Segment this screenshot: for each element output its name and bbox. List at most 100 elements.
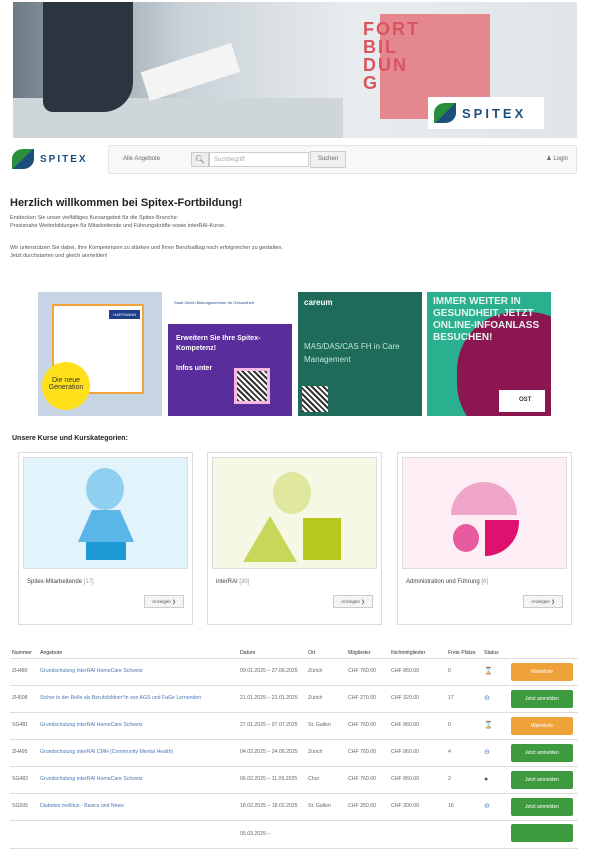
banner-text: FORT BIL DUN G	[363, 19, 420, 93]
member-price: CHF 760.00	[346, 739, 389, 767]
status-icon: ⊖	[482, 739, 509, 767]
category-card[interactable]: interRAI [30] Anzeigen ❯	[207, 452, 382, 625]
nonmember-price: CHF 860.00	[389, 658, 446, 686]
table-row: ZH480 Grundschulung interRAI HomeCare Sch…	[10, 658, 578, 686]
course-number: SG505	[10, 793, 38, 821]
course-location: Zürich	[306, 739, 346, 767]
waitlist-button[interactable]: Warteliste	[511, 716, 573, 735]
column-header: Mitglieder	[346, 636, 389, 659]
course-date: 06.02.2025 – 11.09.2025	[238, 766, 306, 794]
member-price: CHF 760.00	[346, 766, 389, 794]
search-button[interactable]: Suchen	[310, 151, 346, 168]
member-price: CHF 760.00	[346, 658, 389, 686]
waitlist-button[interactable]: Warteliste	[511, 662, 573, 681]
ad-hartmann[interactable]: HARTMANN Die neue Generation	[38, 292, 162, 416]
course-link[interactable]: Sicher in der Rolle als Berufsbildner*in…	[40, 695, 201, 701]
column-header	[509, 636, 578, 659]
nonmember-price	[389, 820, 446, 849]
ad-ost[interactable]: IMMER WEITER IN GESUNDHEIT, JETZT ONLINE…	[427, 292, 551, 416]
login-link[interactable]: ♟ Login	[546, 155, 568, 162]
free-places	[446, 820, 482, 849]
course-link[interactable]: Grundschulung interRAI CMH (Community Me…	[40, 749, 173, 755]
register-button[interactable]: Jetzt anmelden	[511, 743, 573, 762]
course-date: 09.01.2025 – 27.06.2025	[238, 658, 306, 686]
free-places: 0	[446, 712, 482, 740]
course-location: St. Gallen	[306, 712, 346, 740]
show-button[interactable]: Anzeigen ❯	[333, 595, 373, 608]
category-card[interactable]: Administration und Führung [6] Anzeigen …	[397, 452, 572, 625]
register-button[interactable]: Jetzt anmelden	[511, 689, 573, 708]
search-icon[interactable]: 🔍︎	[191, 152, 209, 167]
courses-table: Nummer Angebote Datum Ort Mitglieder Nichtmit…	[10, 636, 578, 849]
free-places: 0	[446, 658, 482, 686]
status-icon: ⊖	[482, 793, 509, 821]
intro-text: Entdecken Sie unser vielfältiges Kursang…	[10, 215, 226, 229]
category-card[interactable]: Spitex-Mitarbeitende [17] Anzeigen ❯	[18, 452, 193, 625]
course-location: Chur	[306, 766, 346, 794]
column-header: Ort	[306, 636, 346, 659]
free-places: 4	[446, 739, 482, 767]
qr-code	[302, 386, 328, 412]
nonmember-price: CHF 320.00	[389, 685, 446, 713]
all-offers-link[interactable]: Alle Angebote	[123, 156, 160, 162]
search-input[interactable]: Suchbegriff	[209, 152, 309, 167]
user-icon: ♟	[546, 156, 552, 162]
status-icon: ⊖	[482, 685, 509, 713]
page-title: Herzlich willkommen bei Spitex-Fortbildu…	[10, 197, 243, 209]
nonmember-price: CHF 300.00	[389, 793, 446, 821]
ad-careum[interactable]: careum MAS/DAS/CAS FH in Care Management	[298, 292, 422, 416]
course-link[interactable]: Grundschulung interRAI HomeCare Schweiz	[40, 722, 143, 728]
course-link[interactable]: Grundschulung interRAI HomeCare Schweiz	[40, 776, 143, 782]
member-price: CHF 760.00	[346, 712, 389, 740]
table-row: 05.03.2025 –	[10, 820, 578, 849]
course-date: 27.01.2025 – 07.07.2025	[238, 712, 306, 740]
status-icon: ⌛	[482, 658, 509, 686]
ad-stadt-zuerich[interactable]: Stadt Zürich Bildungszentrum für Gesundh…	[168, 292, 292, 416]
course-number	[10, 820, 38, 849]
course-number: SG481	[10, 712, 38, 740]
column-header: Angebote	[38, 636, 238, 659]
course-location	[306, 820, 346, 849]
status-icon: ⌛	[482, 712, 509, 740]
register-button[interactable]: Jetzt anmelden	[511, 770, 573, 789]
column-header: Nichtmitglieder	[389, 636, 446, 659]
free-places: 17	[446, 685, 482, 713]
column-header: Datum	[238, 636, 306, 659]
column-header: Status	[482, 636, 509, 659]
banner-logo: SPITEX	[428, 97, 544, 129]
course-date: 18.02.2025 – 18.02.2025	[238, 793, 306, 821]
member-price: CHF 250.00	[346, 793, 389, 821]
show-button[interactable]: Anzeigen ❯	[144, 595, 184, 608]
show-button[interactable]: Anzeigen ❯	[523, 595, 563, 608]
course-number: ZH495	[10, 739, 38, 767]
spitex-logo[interactable]: SPITEX	[12, 146, 96, 172]
intro-text-2: Wir unterstützen Sie dabei, Ihre Kompete…	[10, 245, 284, 259]
person-image	[43, 2, 133, 112]
column-header: Freie Plätze	[446, 636, 482, 659]
course-link[interactable]: Grundschulung interRAI HomeCare Schweiz	[40, 668, 143, 674]
course-location: Zürich	[306, 685, 346, 713]
register-button[interactable]	[511, 823, 573, 842]
course-number: ZH480	[10, 658, 38, 686]
table-row: SG505 Diabetes mellitus - Basics und News…	[10, 793, 578, 821]
table-row: SG482 Grundschulung interRAI HomeCare Sch…	[10, 766, 578, 794]
register-button[interactable]: Jetzt anmelden	[511, 797, 573, 816]
categories-heading: Unsere Kurse und Kurskategorien:	[12, 435, 128, 442]
status-icon: ●	[482, 766, 509, 794]
member-price	[346, 820, 389, 849]
table-row: ZH495 Grundschulung interRAI CMH (Communi…	[10, 739, 578, 767]
status-icon	[482, 820, 509, 849]
course-number: SG482	[10, 766, 38, 794]
navbar: Alle Angebote 🔍︎ Suchbegriff Suchen ♟ Lo…	[108, 145, 577, 174]
nonmember-price: CHF 860.00	[389, 712, 446, 740]
free-places: 16	[446, 793, 482, 821]
column-header: Nummer	[10, 636, 38, 659]
course-link[interactable]: Diabetes mellitus - Basics und News	[40, 803, 124, 809]
hero-banner: FORT BIL DUN G SPITEX	[13, 2, 577, 138]
course-location: Zürich	[306, 658, 346, 686]
table-row: ZH508 Sicher in der Rolle als Berufsbildn…	[10, 685, 578, 713]
nonmember-price: CHF 860.00	[389, 766, 446, 794]
course-date: 05.03.2025 –	[238, 820, 306, 849]
free-places: 2	[446, 766, 482, 794]
course-location: St. Gallen	[306, 793, 346, 821]
